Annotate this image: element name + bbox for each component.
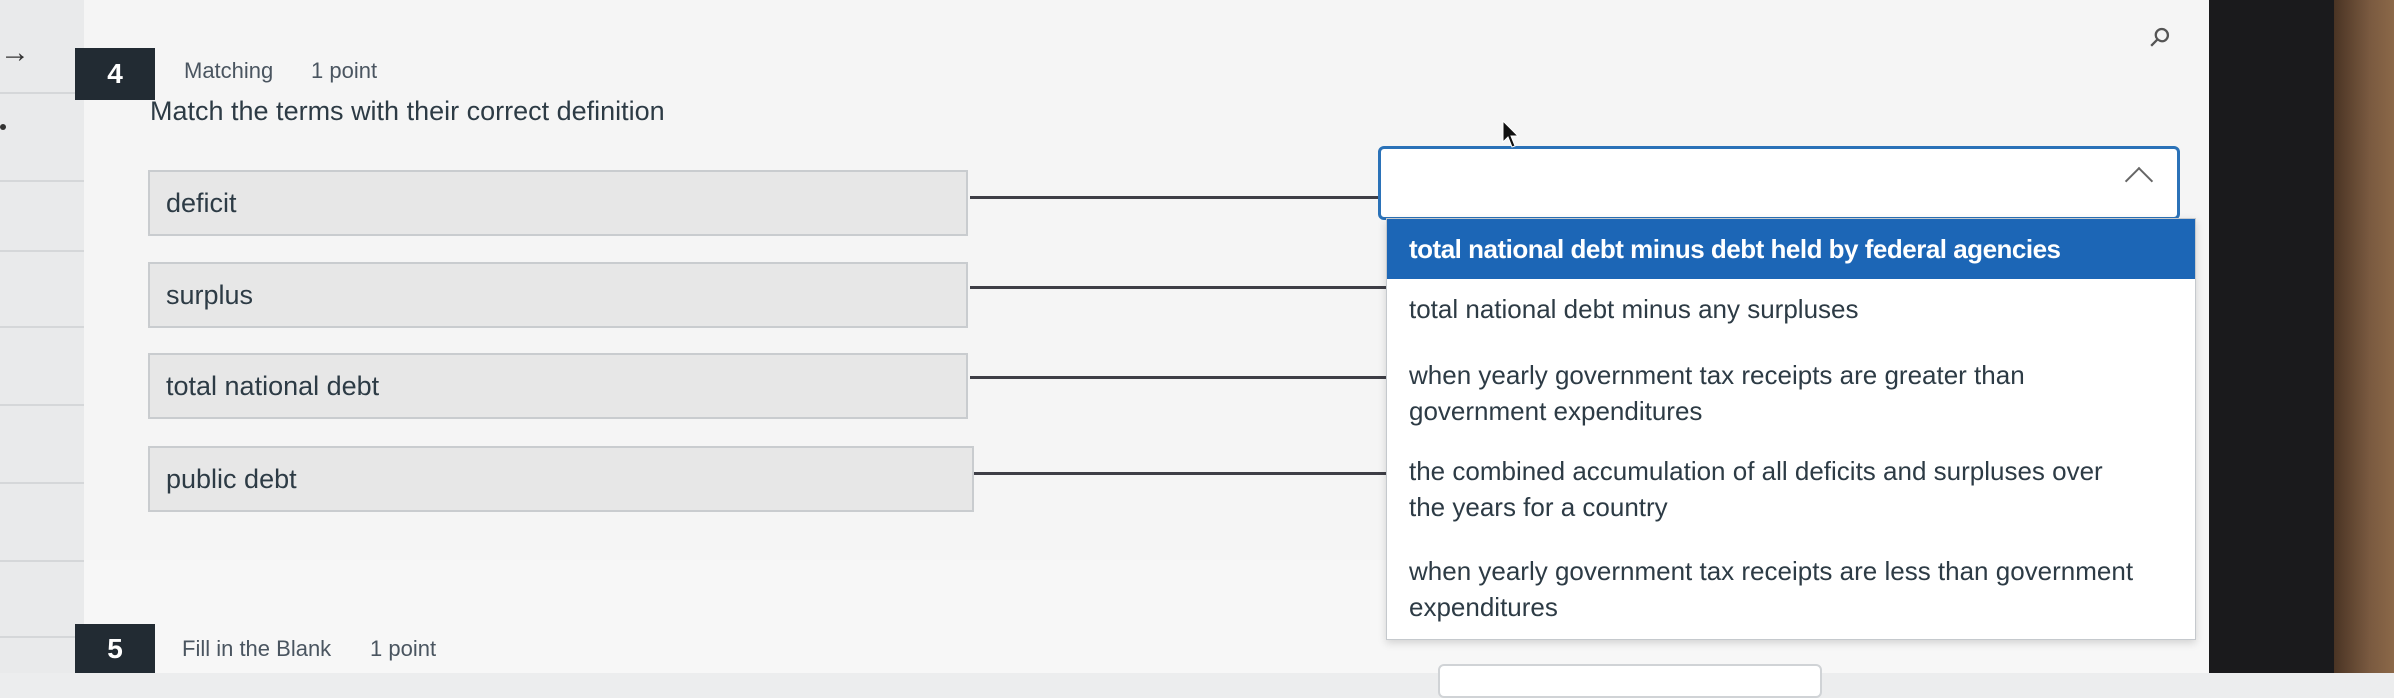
definition-select[interactable] — [1378, 146, 2180, 220]
question-points: 1 point — [311, 58, 378, 83]
match-connector — [970, 196, 1380, 199]
monitor-bezel — [2209, 0, 2334, 673]
option-label: when yearly government tax receipts are … — [1409, 556, 2134, 586]
option-label: expenditures — [1409, 592, 1558, 622]
mouse-cursor-icon — [1502, 120, 1520, 148]
question-number-badge: 5 — [75, 624, 155, 673]
rail-divider — [0, 326, 84, 328]
rail-divider — [0, 482, 84, 484]
rail-divider — [0, 560, 84, 562]
definition-options-list: total national debt minus debt held by f… — [1386, 218, 2196, 640]
term-public-debt: public debt — [148, 446, 974, 512]
option-label: the combined accumulation of all deficit… — [1409, 456, 2103, 486]
term-total-national-debt: total national debt — [148, 353, 968, 419]
option-item[interactable]: the combined accumulation of all deficit… — [1387, 453, 2195, 537]
rail-divider — [0, 250, 84, 252]
option-label: government expenditures — [1409, 396, 1703, 426]
option-label: the years for a country — [1409, 492, 1668, 522]
desk-edge — [2334, 0, 2394, 673]
question-prompt: Match the terms with their correct defin… — [150, 96, 665, 126]
collapse-arrow-icon[interactable]: → — [0, 38, 30, 68]
question-number-badge: 4 — [75, 48, 155, 100]
rail-divider — [0, 404, 84, 406]
term-deficit: deficit — [148, 170, 968, 236]
rail-divider — [0, 180, 84, 182]
rail-divider — [0, 636, 84, 638]
match-connector — [970, 376, 1390, 379]
option-item[interactable]: when yearly government tax receipts are … — [1387, 553, 2195, 637]
option-item[interactable]: total national debt minus debt held by f… — [1387, 219, 2195, 279]
chevron-up-icon[interactable] — [2124, 166, 2154, 196]
option-label: total national debt minus any surpluses — [1409, 294, 1859, 324]
question-type: Matching — [184, 58, 274, 83]
option-label: when yearly government tax receipts are … — [1409, 360, 2025, 390]
rail-bullet-icon — [0, 124, 6, 130]
match-connector — [974, 472, 1390, 475]
question-points: 1 point — [370, 636, 437, 661]
option-label: total national debt minus debt held by f… — [1409, 234, 2061, 264]
fill-in-blank-input[interactable] — [1438, 664, 1822, 698]
left-rail: → — [0, 0, 84, 673]
option-item[interactable]: total national debt minus any surpluses — [1387, 291, 2195, 343]
term-surplus: surplus — [148, 262, 968, 328]
question-type: Fill in the Blank — [182, 636, 332, 661]
match-connector — [970, 286, 1390, 289]
option-item[interactable]: when yearly government tax receipts are … — [1387, 357, 2195, 441]
rail-divider — [0, 92, 84, 94]
